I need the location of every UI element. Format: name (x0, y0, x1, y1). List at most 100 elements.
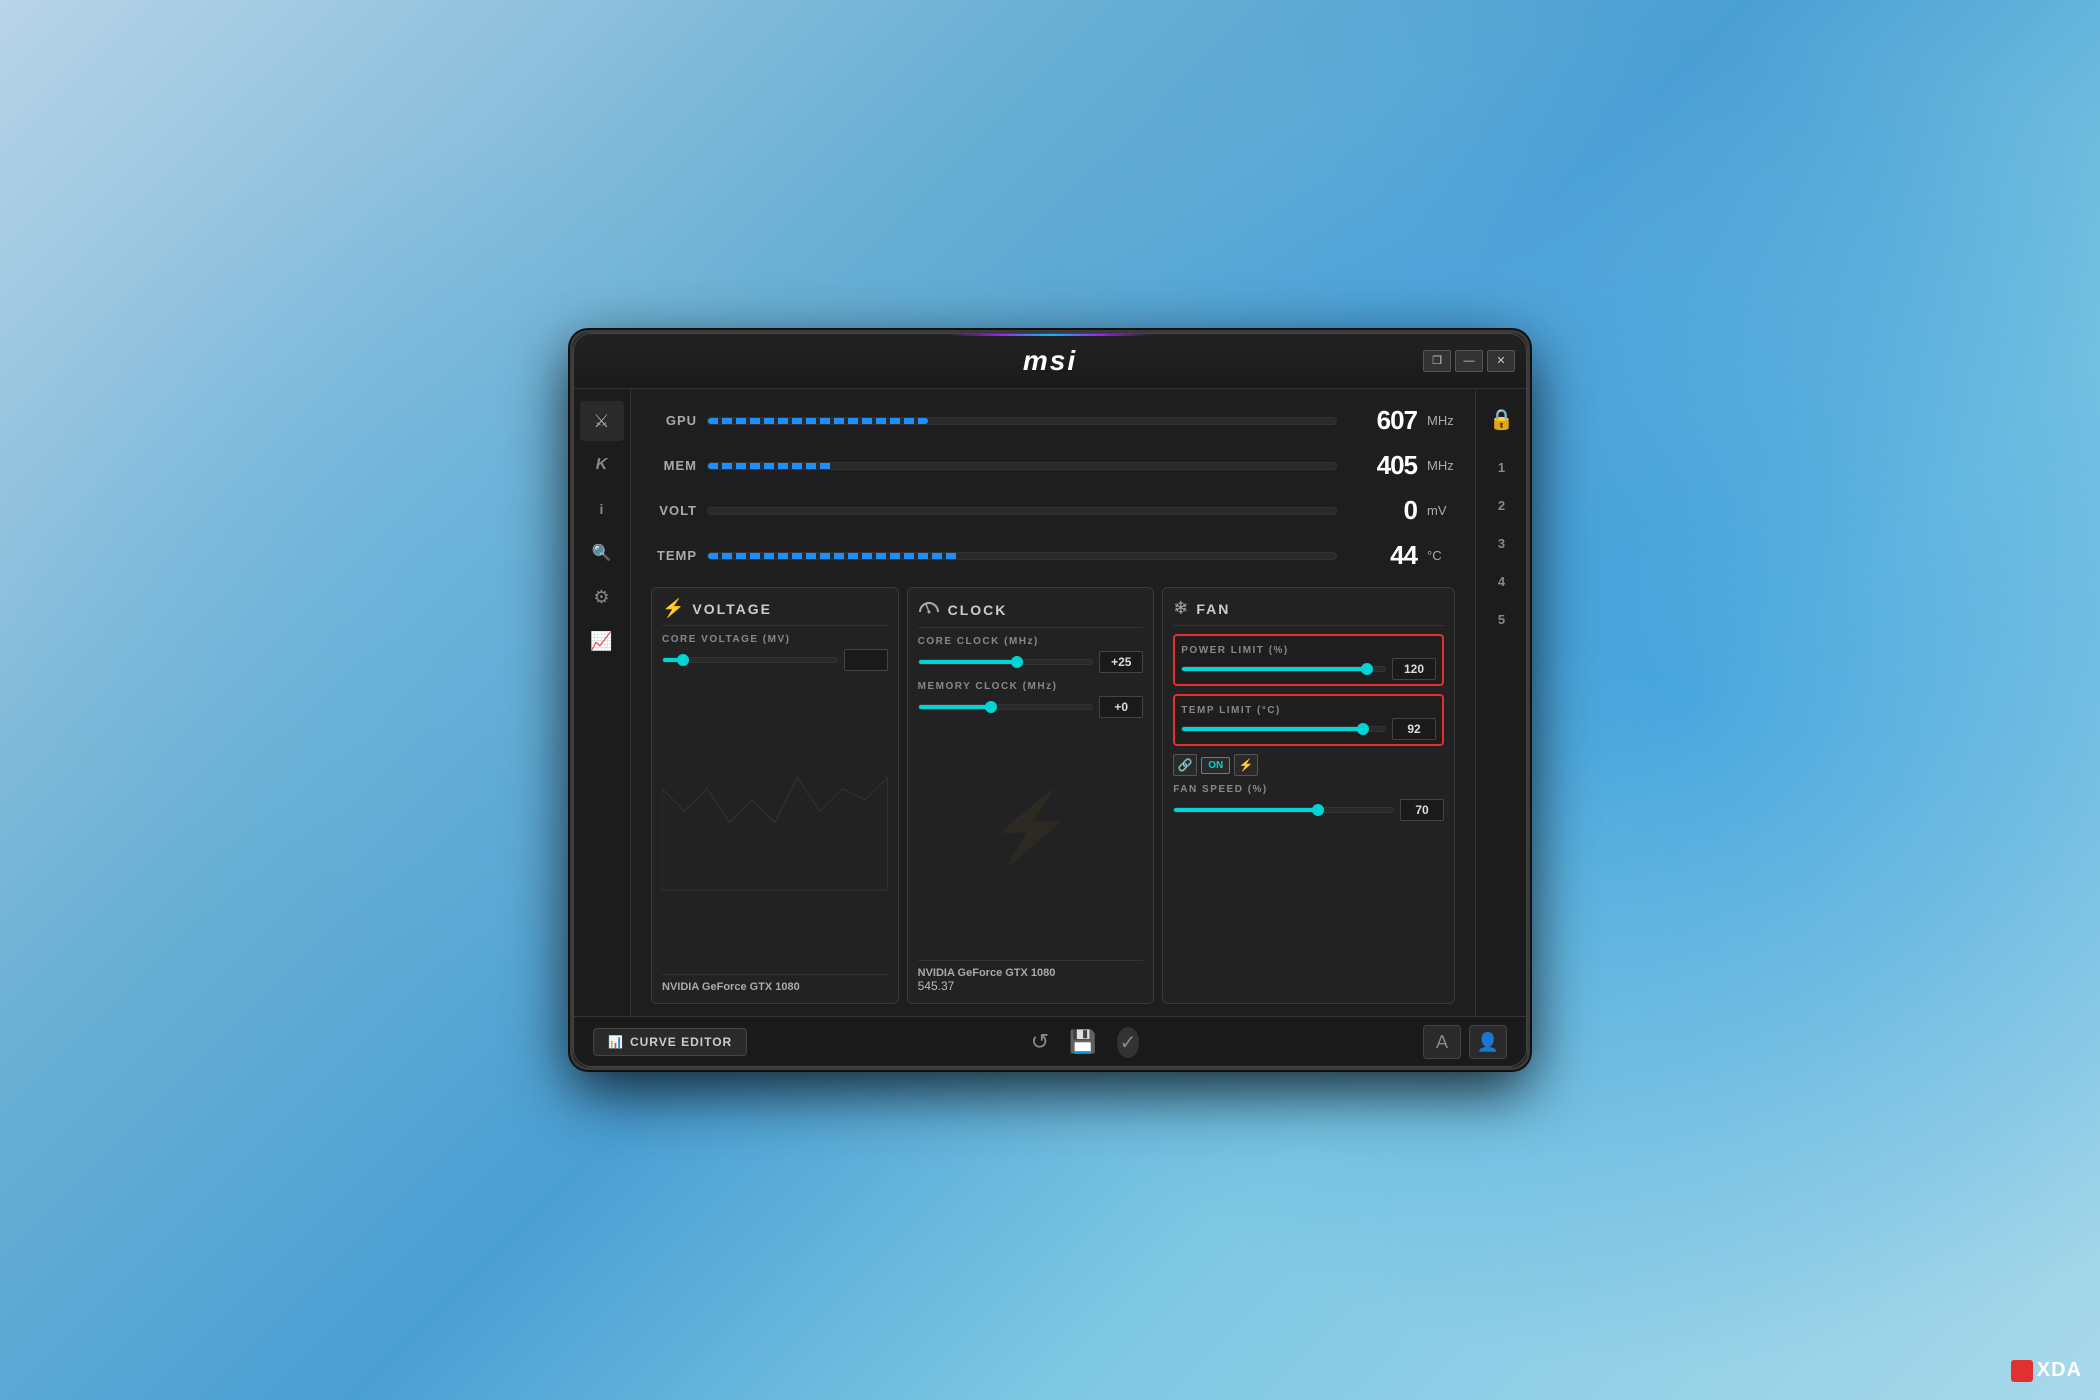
core-voltage-value (844, 649, 888, 671)
power-limit-label: POWER LIMIT (%) (1181, 645, 1289, 656)
profile-3-btn[interactable]: 3 (1482, 525, 1522, 561)
minimize-button[interactable]: — (1455, 350, 1483, 372)
fan-panel-header: ❄ FAN (1173, 598, 1444, 626)
core-clock-label: CORE CLOCK (MHz) (918, 636, 1144, 647)
save-icon[interactable]: 💾 (1069, 1029, 1096, 1055)
core-clock-slider-row: +25 (918, 651, 1144, 673)
power-limit-value: 120 (1392, 658, 1436, 680)
sliders-area: GPU 607 MHz MEM 405 MHz (651, 405, 1455, 571)
memory-clock-label: MEMORY CLOCK (MHz) (918, 681, 1144, 692)
gpu-label: GPU (651, 413, 697, 428)
gpu-name: NVIDIA GeForce GTX 1080 (662, 981, 888, 993)
on-button[interactable]: ON (1201, 757, 1230, 774)
temp-value: 44 (1347, 540, 1417, 571)
gpu-track[interactable] (707, 417, 1337, 425)
clock-panel-header: CLOCK (918, 598, 1144, 628)
memory-clock-slider-row: +0 (918, 696, 1144, 718)
profile-5-btn[interactable]: 5 (1482, 601, 1522, 637)
temp-label: TEMP (651, 548, 697, 563)
xda-watermark: XDA (2011, 1359, 2082, 1382)
panels-area: ⚡ VOLTAGE CORE VOLTAGE (MV) (651, 587, 1455, 1004)
sidebar-icon-info[interactable]: i (580, 489, 624, 529)
volt-value: 0 (1347, 495, 1417, 526)
gpu-unit: MHz (1427, 413, 1455, 428)
fan-panel: ❄ FAN POWER LIMIT (%) 120 (1162, 587, 1455, 1004)
fan-speed-track[interactable] (1173, 807, 1394, 813)
mem-label: MEM (651, 458, 697, 473)
profile-a-button[interactable]: A (1423, 1025, 1461, 1059)
fan-speed-label: FAN SPEED (%) (1173, 784, 1444, 795)
lock-icon[interactable]: 🔒 (1482, 399, 1522, 439)
voltage-icon: ⚡ (662, 598, 684, 619)
sidebar-icon-scan[interactable]: 🔍 (580, 533, 624, 573)
link-icon-btn[interactable]: 🔗 (1173, 754, 1197, 776)
temp-track[interactable] (707, 552, 1337, 560)
fan-speed-value: 70 (1400, 799, 1444, 821)
mem-unit: MHz (1427, 458, 1455, 473)
sidebar-icon-keybind[interactable]: K (580, 445, 624, 485)
temp-limit-track[interactable] (1181, 726, 1386, 732)
left-sidebar: ⚔ K i 🔍 ⚙ 📈 (573, 389, 631, 1016)
clock-icon (918, 598, 940, 621)
bottom-actions: ↺ 💾 ✓ (1031, 1027, 1140, 1058)
right-sidebar: 🔒 1 2 3 4 5 (1475, 389, 1527, 1016)
memory-clock-track[interactable] (918, 704, 1094, 710)
msi-logo: msi (1023, 345, 1077, 377)
temp-slider-row: TEMP 44 °C (651, 540, 1455, 571)
clock-gpu-name: NVIDIA GeForce GTX 1080 (918, 967, 1144, 979)
volt-unit: mV (1427, 503, 1455, 518)
fan-panel-title: FAN (1196, 601, 1230, 617)
temp-limit-label: TEMP LIMIT (°C) (1181, 705, 1281, 716)
center-content: GPU 607 MHz MEM 405 MHz (631, 389, 1475, 1016)
core-voltage-slider-row (662, 649, 888, 671)
mem-slider-row: MEM 405 MHz (651, 450, 1455, 481)
gpu-value: 607 (1347, 405, 1417, 436)
fan-speed-control: FAN SPEED (%) 70 (1173, 784, 1444, 821)
curve-editor-label: CURVE EDITOR (630, 1035, 732, 1049)
temp-limit-highlighted: TEMP LIMIT (°C) 92 (1173, 694, 1444, 746)
mem-track[interactable] (707, 462, 1337, 470)
memory-clock-control: MEMORY CLOCK (MHz) +0 (918, 681, 1144, 718)
temp-unit: °C (1427, 548, 1455, 563)
profile-4-btn[interactable]: 4 (1482, 563, 1522, 599)
voltage-panel-title: VOLTAGE (692, 601, 772, 617)
sidebar-icon-overclock[interactable]: ⚔ (580, 401, 624, 441)
power-limit-track[interactable] (1181, 666, 1386, 672)
volt-track[interactable] (707, 507, 1337, 515)
bottom-right-icons: A 👤 (1423, 1025, 1507, 1059)
svg-text:⚡: ⚡ (988, 788, 1072, 867)
curve-editor-button[interactable]: 📊 CURVE EDITOR (593, 1028, 747, 1056)
apply-icon[interactable]: ✓ (1117, 1027, 1140, 1058)
core-clock-control: CORE CLOCK (MHz) +25 (918, 636, 1144, 673)
sidebar-icon-monitor[interactable]: 📈 (580, 621, 624, 661)
xda-label: XDA (2037, 1359, 2082, 1382)
power-limit-slider-row: 120 (1181, 658, 1436, 680)
core-voltage-control: CORE VOLTAGE (MV) (662, 634, 888, 671)
clock-panel-title: CLOCK (948, 602, 1008, 618)
fan-toggle-row: 🔗 ON ⚡ (1173, 754, 1444, 776)
temp-limit-value: 92 (1392, 718, 1436, 740)
reset-icon[interactable]: ↺ (1031, 1029, 1049, 1055)
memory-clock-value: +0 (1099, 696, 1143, 718)
power-limit-highlighted: POWER LIMIT (%) 120 (1173, 634, 1444, 686)
fan-icon: ❄ (1173, 598, 1188, 619)
fan-speed-slider-row: 70 (1173, 799, 1444, 821)
xda-logo-square (2011, 1360, 2033, 1382)
profile-1-btn[interactable]: 1 (1482, 449, 1522, 485)
curve-editor-icon: 📊 (608, 1035, 624, 1049)
gpu-slider-row: GPU 607 MHz (651, 405, 1455, 436)
window-controls: ❐ — ✕ (1423, 350, 1515, 372)
sidebar-icon-settings[interactable]: ⚙ (580, 577, 624, 617)
profile-user-icon: 👤 (1477, 1032, 1499, 1053)
bottom-bar: 📊 CURVE EDITOR ↺ 💾 ✓ A 👤 (573, 1016, 1527, 1067)
boost-icon-btn[interactable]: ⚡ (1234, 754, 1258, 776)
close-button[interactable]: ✕ (1487, 350, 1515, 372)
core-clock-value: +25 (1099, 651, 1143, 673)
profile-a-icon: A (1436, 1032, 1448, 1053)
core-clock-track[interactable] (918, 659, 1094, 665)
profile-user-button[interactable]: 👤 (1469, 1025, 1507, 1059)
profile-2-btn[interactable]: 2 (1482, 487, 1522, 523)
restore-button[interactable]: ❐ (1423, 350, 1451, 372)
core-voltage-track[interactable] (662, 657, 838, 663)
volt-label: VOLT (651, 503, 697, 518)
